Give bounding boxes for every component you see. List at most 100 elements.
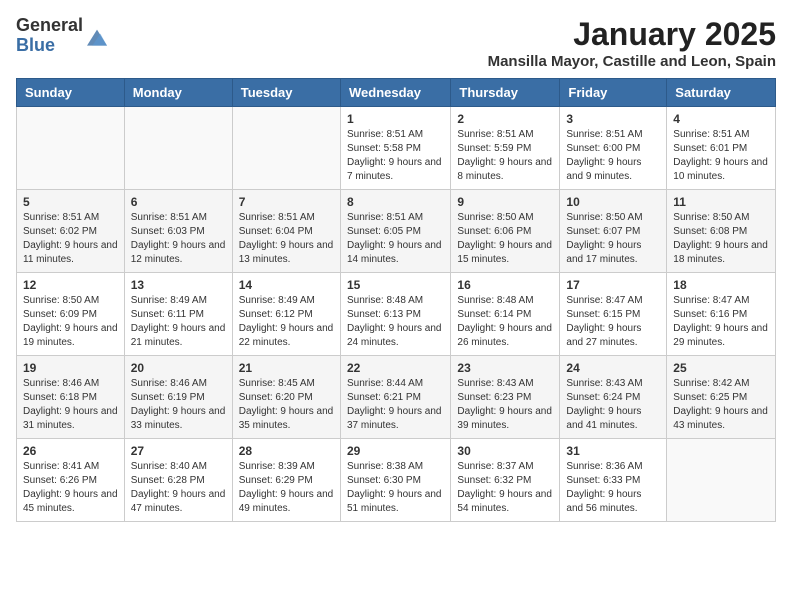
day-info: Sunrise: 8:50 AM Sunset: 6:07 PM Dayligh… — [566, 211, 660, 267]
day-info: Sunrise: 8:51 AM Sunset: 6:01 PM Dayligh… — [673, 128, 769, 184]
calendar-cell: 10 Sunrise: 8:50 AM Sunset: 6:07 PM Dayli… — [560, 190, 667, 273]
calendar-week-row: 12 Sunrise: 8:50 AM Sunset: 6:09 PM Dayli… — [17, 273, 776, 356]
calendar-cell: 13Sunrise: 8:49 AM Sunset: 6:11 PM Dayli… — [124, 273, 232, 356]
day-info: Sunrise: 8:40 AM Sunset: 6:28 PM Dayligh… — [131, 460, 226, 516]
day-number: 30 — [457, 444, 553, 458]
calendar-cell: 21Sunrise: 8:45 AM Sunset: 6:20 PM Dayli… — [232, 356, 340, 439]
day-number: 10 — [566, 195, 660, 209]
day-info: Sunrise: 8:47 AM Sunset: 6:15 PM Dayligh… — [566, 294, 660, 350]
day-info: Sunrise: 8:48 AM Sunset: 6:13 PM Dayligh… — [347, 294, 444, 350]
day-number: 9 — [457, 195, 553, 209]
weekday-header-row: SundayMondayTuesdayWednesdayThursdayFrid… — [17, 79, 776, 107]
calendar-cell: 28 Sunrise: 8:39 AM Sunset: 6:29 PM Dayli… — [232, 439, 340, 522]
calendar-cell: 25 Sunrise: 8:42 AM Sunset: 6:25 PM Dayli… — [667, 356, 776, 439]
calendar-cell: 30 Sunrise: 8:37 AM Sunset: 6:32 PM Dayli… — [451, 439, 560, 522]
day-info: Sunrise: 8:47 AM Sunset: 6:16 PM Dayligh… — [673, 294, 769, 350]
day-info: Sunrise: 8:50 AM Sunset: 6:06 PM Dayligh… — [457, 211, 553, 267]
calendar-cell: 20Sunrise: 8:46 AM Sunset: 6:19 PM Dayli… — [124, 356, 232, 439]
logo: General Blue — [16, 16, 107, 56]
day-info: Sunrise: 8:46 AM Sunset: 6:19 PM Dayligh… — [131, 377, 226, 433]
day-number: 26 — [23, 444, 118, 458]
weekday-header-saturday: Saturday — [667, 79, 776, 107]
calendar-cell: 8 Sunrise: 8:51 AM Sunset: 6:05 PM Daylig… — [340, 190, 450, 273]
calendar-cell — [232, 107, 340, 190]
logo-icon — [87, 27, 107, 47]
day-info: Sunrise: 8:42 AM Sunset: 6:25 PM Dayligh… — [673, 377, 769, 433]
day-info: Sunrise: 8:41 AM Sunset: 6:26 PM Dayligh… — [23, 460, 118, 516]
calendar-cell: 9 Sunrise: 8:50 AM Sunset: 6:06 PM Daylig… — [451, 190, 560, 273]
day-number: 4 — [673, 112, 769, 126]
weekday-header-wednesday: Wednesday — [340, 79, 450, 107]
day-info: Sunrise: 8:51 AM Sunset: 6:05 PM Dayligh… — [347, 211, 444, 267]
day-number: 6 — [131, 195, 226, 209]
day-number: 29 — [347, 444, 444, 458]
day-number: 28 — [239, 444, 334, 458]
page-header: General Blue January 2025 Mansilla Mayor… — [16, 16, 776, 70]
day-info: Sunrise: 8:50 AM Sunset: 6:09 PM Dayligh… — [23, 294, 118, 350]
calendar-cell: 29 Sunrise: 8:38 AM Sunset: 6:30 PM Dayli… — [340, 439, 450, 522]
calendar-cell: 3Sunrise: 8:51 AM Sunset: 6:00 PM Daylig… — [560, 107, 667, 190]
day-info: Sunrise: 8:43 AM Sunset: 6:23 PM Dayligh… — [457, 377, 553, 433]
calendar-week-row: 19Sunrise: 8:46 AM Sunset: 6:18 PM Dayli… — [17, 356, 776, 439]
day-number: 27 — [131, 444, 226, 458]
day-info: Sunrise: 8:39 AM Sunset: 6:29 PM Dayligh… — [239, 460, 334, 516]
day-number: 1 — [347, 112, 444, 126]
title-section: January 2025 Mansilla Mayor, Castille an… — [488, 16, 776, 70]
day-number: 12 — [23, 278, 118, 292]
day-number: 15 — [347, 278, 444, 292]
weekday-header-thursday: Thursday — [451, 79, 560, 107]
day-info: Sunrise: 8:48 AM Sunset: 6:14 PM Dayligh… — [457, 294, 553, 350]
day-number: 24 — [566, 361, 660, 375]
calendar-cell: 16 Sunrise: 8:48 AM Sunset: 6:14 PM Dayli… — [451, 273, 560, 356]
calendar-cell: 14Sunrise: 8:49 AM Sunset: 6:12 PM Dayli… — [232, 273, 340, 356]
calendar-cell: 11Sunrise: 8:50 AM Sunset: 6:08 PM Dayli… — [667, 190, 776, 273]
day-number: 25 — [673, 361, 769, 375]
day-info: Sunrise: 8:37 AM Sunset: 6:32 PM Dayligh… — [457, 460, 553, 516]
calendar-cell — [17, 107, 125, 190]
calendar-table: SundayMondayTuesdayWednesdayThursdayFrid… — [16, 78, 776, 522]
calendar-cell: 5 Sunrise: 8:51 AM Sunset: 6:02 PM Daylig… — [17, 190, 125, 273]
day-info: Sunrise: 8:44 AM Sunset: 6:21 PM Dayligh… — [347, 377, 444, 433]
calendar-cell: 31 Sunrise: 8:36 AM Sunset: 6:33 PM Dayli… — [560, 439, 667, 522]
weekday-header-monday: Monday — [124, 79, 232, 107]
calendar-cell: 26 Sunrise: 8:41 AM Sunset: 6:26 PM Dayli… — [17, 439, 125, 522]
day-number: 11 — [673, 195, 769, 209]
calendar-cell: 19Sunrise: 8:46 AM Sunset: 6:18 PM Dayli… — [17, 356, 125, 439]
calendar-week-row: 1 Sunrise: 8:51 AM Sunset: 5:58 PM Daylig… — [17, 107, 776, 190]
day-info: Sunrise: 8:51 AM Sunset: 5:58 PM Dayligh… — [347, 128, 444, 184]
calendar-cell: 15 Sunrise: 8:48 AM Sunset: 6:13 PM Dayli… — [340, 273, 450, 356]
day-info: Sunrise: 8:49 AM Sunset: 6:11 PM Dayligh… — [131, 294, 226, 350]
day-number: 31 — [566, 444, 660, 458]
calendar-cell: 7Sunrise: 8:51 AM Sunset: 6:04 PM Daylig… — [232, 190, 340, 273]
calendar-cell: 17 Sunrise: 8:47 AM Sunset: 6:15 PM Dayli… — [560, 273, 667, 356]
day-number: 5 — [23, 195, 118, 209]
calendar-cell — [667, 439, 776, 522]
day-number: 14 — [239, 278, 334, 292]
logo-blue: Blue — [16, 36, 83, 56]
day-number: 16 — [457, 278, 553, 292]
weekday-header-tuesday: Tuesday — [232, 79, 340, 107]
calendar-week-row: 5 Sunrise: 8:51 AM Sunset: 6:02 PM Daylig… — [17, 190, 776, 273]
day-number: 17 — [566, 278, 660, 292]
day-info: Sunrise: 8:43 AM Sunset: 6:24 PM Dayligh… — [566, 377, 660, 433]
calendar-cell: 6Sunrise: 8:51 AM Sunset: 6:03 PM Daylig… — [124, 190, 232, 273]
weekday-header-sunday: Sunday — [17, 79, 125, 107]
day-info: Sunrise: 8:51 AM Sunset: 6:02 PM Dayligh… — [23, 211, 118, 267]
day-info: Sunrise: 8:46 AM Sunset: 6:18 PM Dayligh… — [23, 377, 118, 433]
day-number: 2 — [457, 112, 553, 126]
month-year-title: January 2025 — [488, 16, 776, 53]
day-info: Sunrise: 8:38 AM Sunset: 6:30 PM Dayligh… — [347, 460, 444, 516]
calendar-week-row: 26 Sunrise: 8:41 AM Sunset: 6:26 PM Dayli… — [17, 439, 776, 522]
weekday-header-friday: Friday — [560, 79, 667, 107]
logo-text: General Blue — [16, 16, 83, 56]
day-info: Sunrise: 8:36 AM Sunset: 6:33 PM Dayligh… — [566, 460, 660, 516]
calendar-cell: 4 Sunrise: 8:51 AM Sunset: 6:01 PM Daylig… — [667, 107, 776, 190]
day-number: 8 — [347, 195, 444, 209]
day-number: 22 — [347, 361, 444, 375]
day-info: Sunrise: 8:51 AM Sunset: 6:00 PM Dayligh… — [566, 128, 660, 184]
calendar-cell: 27 Sunrise: 8:40 AM Sunset: 6:28 PM Dayli… — [124, 439, 232, 522]
calendar-cell: 22 Sunrise: 8:44 AM Sunset: 6:21 PM Dayli… — [340, 356, 450, 439]
calendar-cell: 1 Sunrise: 8:51 AM Sunset: 5:58 PM Daylig… — [340, 107, 450, 190]
day-info: Sunrise: 8:51 AM Sunset: 5:59 PM Dayligh… — [457, 128, 553, 184]
location-subtitle: Mansilla Mayor, Castille and Leon, Spain — [488, 53, 776, 70]
